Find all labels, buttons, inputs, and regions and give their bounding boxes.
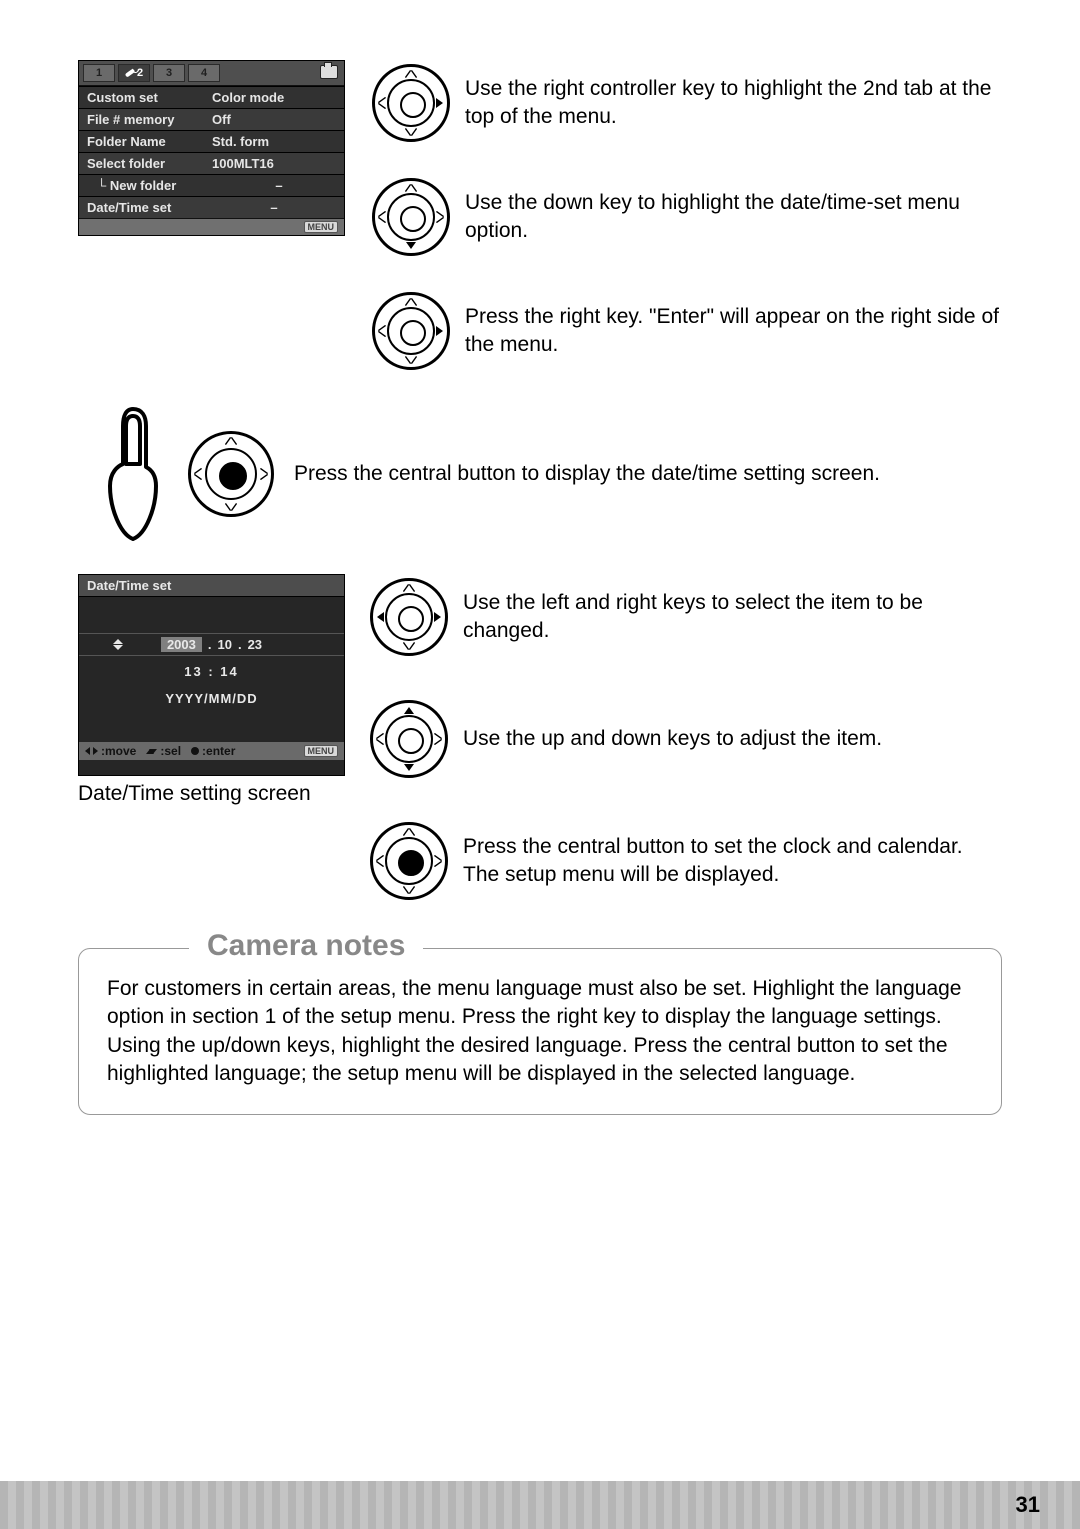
instruction-text: Press the right key. "Enter" will appear…: [465, 303, 1002, 360]
year-value: 2003: [161, 637, 202, 652]
instruction-text: Use the up and down keys to adjust the i…: [463, 725, 882, 753]
menu-row: Folder NameStd. form: [79, 130, 344, 152]
controller-icon: [372, 64, 450, 142]
tap-finger-icon: [98, 404, 168, 544]
controller-icon: [370, 578, 448, 656]
time-value: 13 : 14: [79, 664, 344, 679]
page-number: 31: [1016, 1492, 1040, 1518]
camera-notes-box: Camera notes For customers in certain ar…: [78, 948, 1002, 1115]
datetime-title: Date/Time set: [79, 575, 344, 597]
date-format: YYYY/MM/DD: [79, 691, 344, 706]
controller-icon: [370, 700, 448, 778]
datetime-caption: Date/Time setting screen: [78, 782, 343, 806]
instruction-text: Use the down key to highlight the date/t…: [465, 189, 1002, 246]
instruction-text: Press the central button to set the cloc…: [463, 833, 1002, 890]
controller-icon: [188, 431, 274, 517]
page-footer: 31: [0, 1481, 1080, 1529]
menu-row: Date/Time set–: [79, 196, 344, 218]
instruction-text: Press the central button to display the …: [294, 462, 880, 486]
instruction-text: Use the right controller key to highligh…: [465, 75, 1002, 132]
setup-menu-footer: MENU: [79, 218, 344, 235]
menu-row: Select folder100MLT16: [79, 152, 344, 174]
menu-badge-icon: MENU: [304, 221, 339, 233]
setup-tab-1: 1: [83, 64, 115, 82]
month-value: 10: [217, 637, 231, 652]
day-value: 23: [248, 637, 262, 652]
datetime-footer: :move :sel :enter MENU: [79, 742, 344, 760]
datetime-screen: Date/Time set 2003 . 10 . 23 13 : 14 YYY…: [78, 574, 345, 776]
camera-notes-title: Camera notes: [189, 929, 423, 963]
setup-menu-tabs: 1 2 3 4: [79, 61, 344, 86]
menu-row: File # memoryOff: [79, 108, 344, 130]
controller-icon: [370, 822, 448, 900]
menu-row: Custom setColor mode: [79, 86, 344, 108]
controller-icon: [372, 178, 450, 256]
camera-notes-body: For customers in certain areas, the menu…: [107, 975, 973, 1088]
menu-badge-icon: MENU: [304, 745, 339, 757]
wrench-icon: [125, 67, 137, 79]
camera-icon: [320, 65, 338, 79]
menu-row: └ New folder–: [79, 174, 344, 196]
setup-tab-4: 4: [188, 64, 220, 82]
controller-icon: [372, 292, 450, 370]
setup-tab-2: 2: [118, 64, 150, 82]
instruction-text: Use the left and right keys to select th…: [463, 589, 1002, 646]
setup-menu-screenshot: 1 2 3 4 Custom setColor mode File # memo…: [78, 60, 345, 236]
setup-tab-3: 3: [153, 64, 185, 82]
